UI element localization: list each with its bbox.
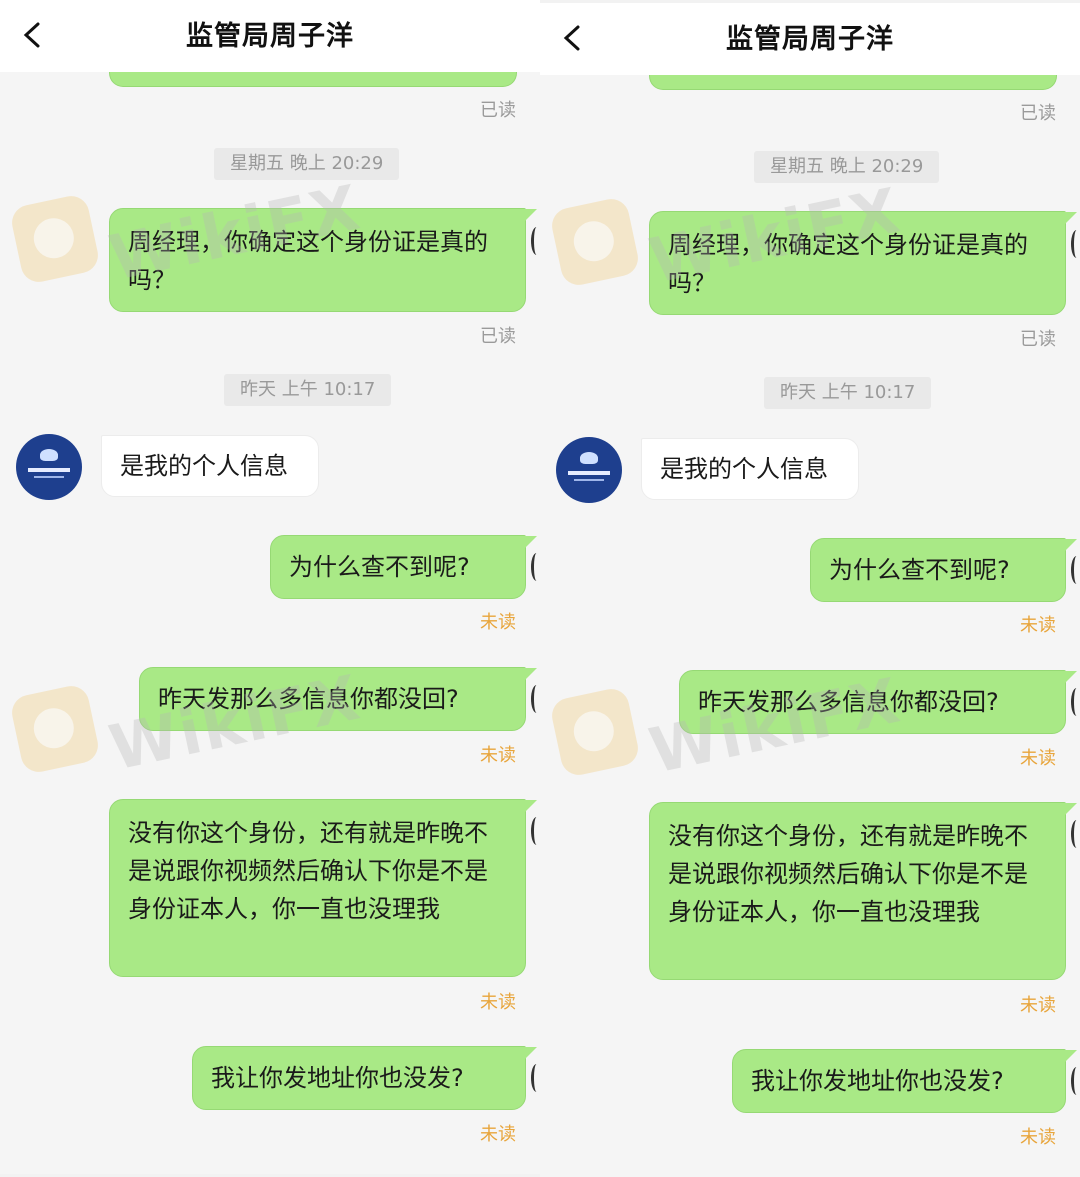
message-bubble-outgoing[interactable]: 没有你这个身份，还有就是昨晚不是说跟你视频然后确认下你是不是身份证本人，你一直也… — [649, 802, 1077, 980]
chat-panel-right: 监管局周子洋 已读 星期五 晚上 20:29 周经理，你确定这个身份证是真的吗？… — [540, 3, 1080, 1177]
avatar-edge — [531, 553, 540, 581]
chat-header: 监管局周子洋 — [540, 3, 1080, 75]
wikifx-logo-icon — [548, 195, 642, 289]
timestamp: 昨天 上午 10:17 — [764, 377, 932, 409]
read-receipt: 已读 — [480, 100, 516, 121]
read-receipt: 已读 — [1020, 103, 1056, 124]
avatar-edge — [531, 1064, 540, 1092]
message-bubble-outgoing[interactable]: 周经理，你确定这个身份证是真的吗？ — [109, 208, 537, 312]
message-bubble-outgoing[interactable]: 昨天发那么多信息你都没回? — [679, 670, 1077, 734]
avatar-edge — [1071, 820, 1080, 848]
wikifx-logo-icon — [8, 682, 102, 776]
timestamp: 星期五 晚上 20:29 — [754, 151, 940, 183]
message-bubble-incoming[interactable]: 是我的个人信息 — [101, 435, 319, 497]
message-bubble-outgoing[interactable]: 为什么查不到呢? — [810, 538, 1077, 602]
chat-title: 监管局周子洋 — [726, 24, 894, 55]
message-bubble-outgoing[interactable]: 为什么查不到呢? — [270, 535, 537, 599]
avatar-edge — [531, 817, 540, 845]
chat-header: 监管局周子洋 — [0, 0, 540, 72]
message-bubble-outgoing[interactable]: 我让你发地址你也没发? — [192, 1046, 537, 1110]
avatar-edge — [1071, 1067, 1080, 1095]
avatar-edge — [1071, 688, 1080, 716]
message-bubble-outgoing[interactable]: 没有你这个身份，还有就是昨晚不是说跟你视频然后确认下你是不是身份证本人，你一直也… — [109, 799, 537, 977]
avatar-edge — [1071, 556, 1080, 584]
message-bubble-incoming[interactable]: 是我的个人信息 — [641, 438, 859, 500]
contact-avatar[interactable] — [556, 437, 622, 503]
unread-receipt: 未读 — [480, 745, 516, 766]
unread-receipt: 未读 — [1020, 1127, 1056, 1148]
wikifx-logo-icon — [548, 685, 642, 779]
avatar-edge — [531, 685, 540, 713]
unread-receipt: 未读 — [1020, 995, 1056, 1016]
message-bubble-outgoing[interactable]: 昨天发那么多信息你都没回? — [139, 667, 537, 731]
unread-receipt: 未读 — [480, 1124, 516, 1145]
wikifx-logo-icon — [8, 192, 102, 286]
read-receipt: 已读 — [1020, 329, 1056, 350]
unread-receipt: 未读 — [1020, 615, 1056, 636]
chat-title: 监管局周子洋 — [186, 21, 354, 52]
unread-receipt: 未读 — [1020, 748, 1056, 769]
timestamp: 星期五 晚上 20:29 — [214, 148, 400, 180]
message-bubble-outgoing[interactable]: 周经理，你确定这个身份证是真的吗？ — [649, 211, 1077, 315]
timestamp: 昨天 上午 10:17 — [224, 374, 392, 406]
read-receipt: 已读 — [480, 326, 516, 347]
avatar-edge — [531, 227, 540, 255]
chat-panel-left: 监管局周子洋 已读 星期五 晚上 20:29 周经理，你确定这个身份证是真的吗？… — [0, 0, 540, 1174]
unread-receipt: 未读 — [480, 992, 516, 1013]
contact-avatar[interactable] — [16, 434, 82, 500]
message-bubble-outgoing[interactable]: 我让你发地址你也没发? — [732, 1049, 1077, 1113]
avatar-edge — [1071, 230, 1080, 258]
unread-receipt: 未读 — [480, 612, 516, 633]
